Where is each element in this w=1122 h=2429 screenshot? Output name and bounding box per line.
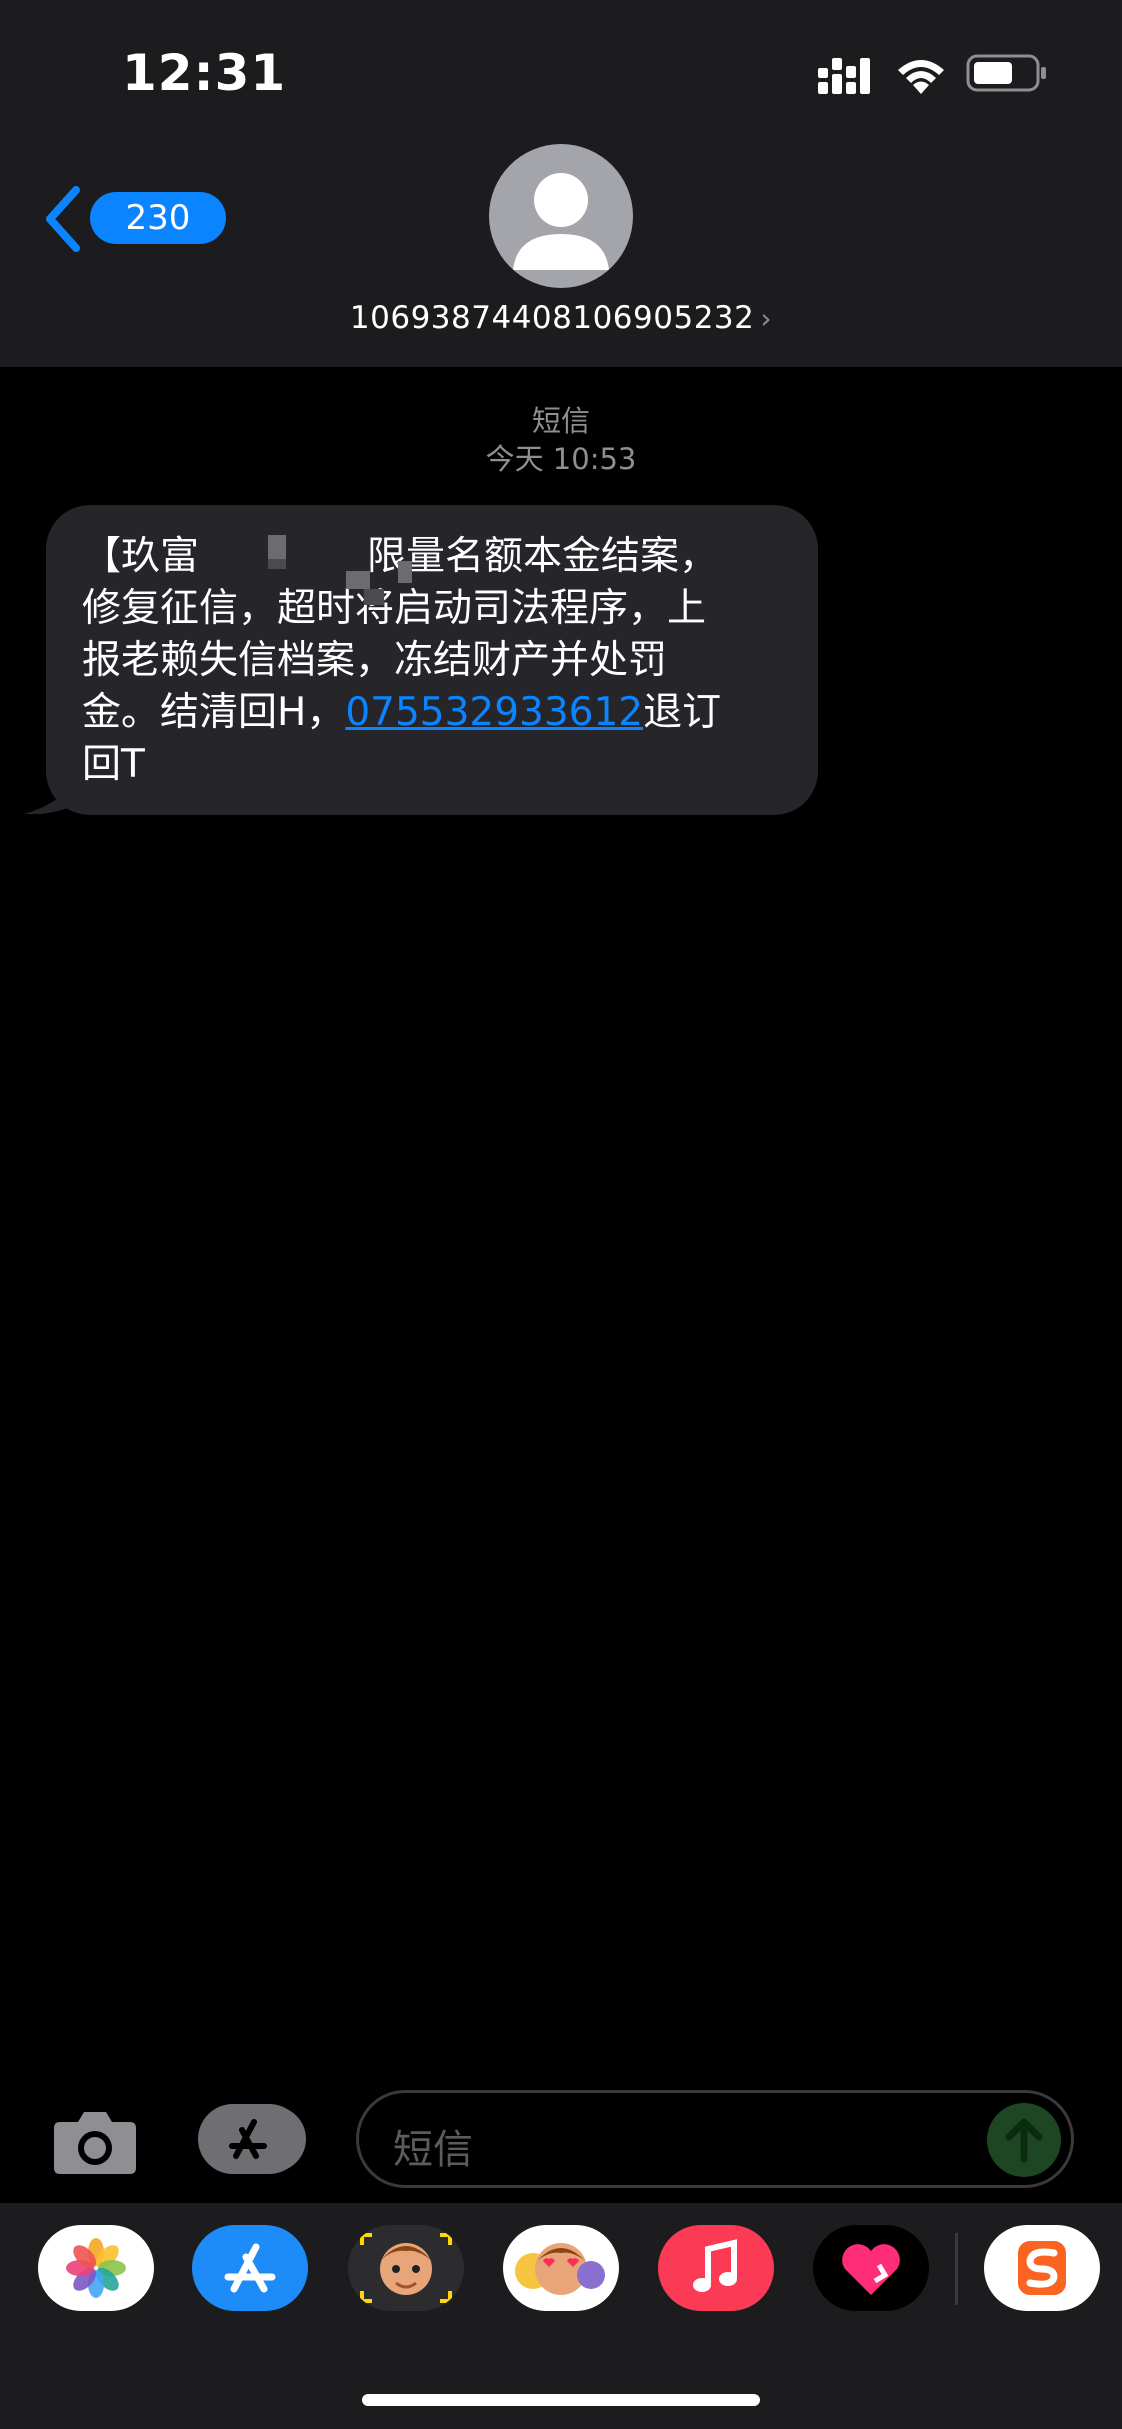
send-button[interactable] <box>987 2103 1061 2177</box>
redaction-pixel <box>364 589 384 605</box>
digital-touch-app-icon[interactable] <box>813 2225 929 2311</box>
status-time: 12:31 <box>122 44 287 102</box>
chevron-right-icon: › <box>760 302 773 335</box>
message-line-2: 修复征信，超时将启动司法程序，上 <box>82 586 707 631</box>
composer-bar: 短信 <box>0 2080 1122 2200</box>
redaction-pixel <box>346 571 370 589</box>
message-line-1: 【玖富 限量名额本金结案， <box>82 534 719 579</box>
person-icon <box>513 173 609 270</box>
app-store-app-icon[interactable] <box>192 2225 308 2311</box>
contact-name[interactable]: 10693874408106905232 › <box>0 300 1122 336</box>
message-input[interactable]: 短信 <box>356 2090 1074 2188</box>
contact-avatar[interactable] <box>489 144 633 288</box>
redaction-pixel <box>268 559 286 569</box>
wifi-icon <box>898 60 944 94</box>
phone-number-link[interactable]: 075532933612 <box>345 690 643 735</box>
unread-count-badge: 230 <box>90 192 226 244</box>
message-placeholder: 短信 <box>393 2127 473 2173</box>
sogou-input-app-icon[interactable] <box>984 2225 1100 2311</box>
battery-icon <box>966 54 1046 92</box>
animoji-app-icon[interactable] <box>503 2225 619 2311</box>
status-icons <box>818 54 1046 94</box>
photos-app-icon[interactable] <box>38 2225 154 2311</box>
camera-button[interactable] <box>50 2106 140 2176</box>
redaction-pixel <box>268 535 286 559</box>
message-line-5: 回T <box>82 742 145 787</box>
service-label: 短信 <box>531 404 590 438</box>
chevron-left-icon <box>46 186 80 252</box>
message-bubble[interactable]: 【玖富 限量名额本金结案， 修复征信，超时将启动司法程序，上 报老赖失信档案，冻结… <box>46 505 818 815</box>
cellular-signal-icon <box>818 58 870 94</box>
back-button[interactable]: 230 <box>44 182 226 256</box>
contact-number: 10693874408106905232 <box>349 300 755 336</box>
camera-icon <box>54 2112 136 2174</box>
message-timestamp: 今天 10:53 <box>485 442 637 476</box>
home-indicator[interactable] <box>362 2394 760 2406</box>
drawer-divider <box>955 2233 958 2305</box>
conversation-header: 12:31 230 10693874408106905232 › <box>0 0 1122 367</box>
memoji-stickers-app-icon[interactable] <box>348 2225 464 2311</box>
redaction-pixel <box>398 561 412 583</box>
thread-info: 短信 今天 10:53 <box>0 402 1122 478</box>
message-line-3: 报老赖失信档案，冻结财产并处罚 <box>82 638 668 683</box>
message-line-4: 金。结清回H，075532933612退订 <box>82 690 722 735</box>
music-app-icon[interactable] <box>658 2225 774 2311</box>
arrow-up-icon <box>1005 2118 1043 2163</box>
